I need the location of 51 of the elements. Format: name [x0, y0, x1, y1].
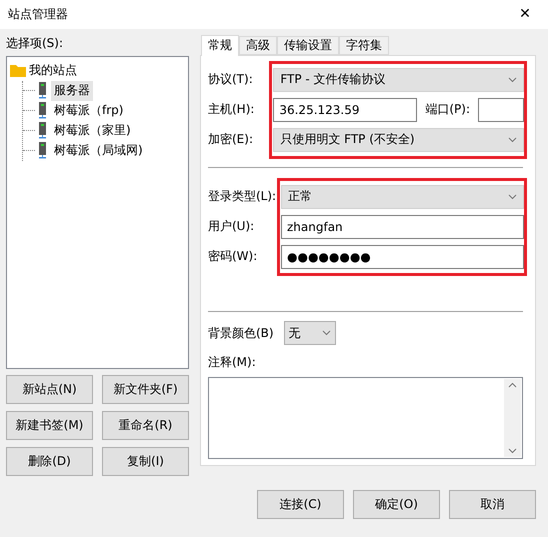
site-button[interactable]: 新文件夹(F) [102, 374, 189, 404]
scroll-up-icon [508, 382, 517, 388]
window-title: 站点管理器 [8, 6, 68, 23]
folder-icon [10, 64, 26, 78]
site-button[interactable]: 删除(D) [6, 446, 93, 476]
scroll-down-icon [508, 448, 517, 454]
site-button[interactable]: 新建书签(M) [6, 410, 93, 440]
tree-item[interactable]: 树莓派（frp) [51, 100, 126, 121]
server-icon [38, 142, 48, 160]
tab[interactable]: 常规 [201, 34, 239, 56]
tree-label: 选择项(S): [6, 34, 64, 52]
caret-icon [508, 136, 517, 143]
tree-item[interactable]: 树莓派（局域网) [51, 140, 146, 161]
field-label: 加密(E): [208, 131, 253, 148]
site-button[interactable]: 重命名(R) [102, 410, 189, 440]
dialog-button[interactable]: 连接(C) [257, 490, 344, 519]
field-label: 背景颜色(B) [208, 324, 274, 342]
close-button[interactable]: ✕ [502, 6, 548, 22]
host-field[interactable]: 36.25.123.59 [273, 98, 418, 122]
caret-icon [322, 330, 331, 336]
dropdown[interactable]: 只使用明文 FTP (不安全) [273, 128, 524, 152]
dropdown[interactable]: 正常 [281, 184, 524, 209]
dialog-button[interactable]: 取消 [449, 490, 536, 519]
tree-item[interactable]: 我的站点 [26, 60, 80, 81]
field-label: 协议(T): [208, 71, 253, 88]
tree-item[interactable]: 树莓派（家里) [51, 120, 134, 141]
input-field[interactable]: ●●●●●●●● [281, 244, 524, 269]
tree-item[interactable]: 服务器 [51, 80, 93, 101]
site-button[interactable]: 新站点(N) [6, 374, 93, 404]
server-icon [38, 102, 48, 120]
tab[interactable]: 传输设置 [277, 36, 339, 55]
field-label: 用户(U): [208, 218, 254, 236]
caret-icon [508, 76, 517, 83]
scrollbar[interactable] [504, 379, 521, 457]
caret-icon [508, 194, 517, 200]
notes-field[interactable] [208, 377, 523, 459]
server-icon [38, 122, 48, 140]
field-label: 主机(H): [208, 101, 254, 118]
port-field[interactable] [478, 98, 524, 122]
dialog-button[interactable]: 确定(O) [353, 490, 440, 519]
site-button[interactable]: 复制(I) [102, 446, 189, 476]
field-label: 注释(M): [208, 355, 256, 370]
tab[interactable]: 高级 [239, 36, 277, 55]
input-field[interactable]: zhangfan [281, 214, 524, 239]
field-label: 登录类型(L): [208, 188, 276, 206]
field-label: 密码(W): [208, 248, 258, 266]
port-label: 端口(P): [425, 101, 470, 118]
color-dropdown[interactable]: 无 [284, 321, 336, 346]
tab[interactable]: 字符集 [339, 36, 389, 55]
server-icon [38, 82, 48, 100]
dropdown[interactable]: FTP - 文件传输协议 [273, 68, 524, 92]
